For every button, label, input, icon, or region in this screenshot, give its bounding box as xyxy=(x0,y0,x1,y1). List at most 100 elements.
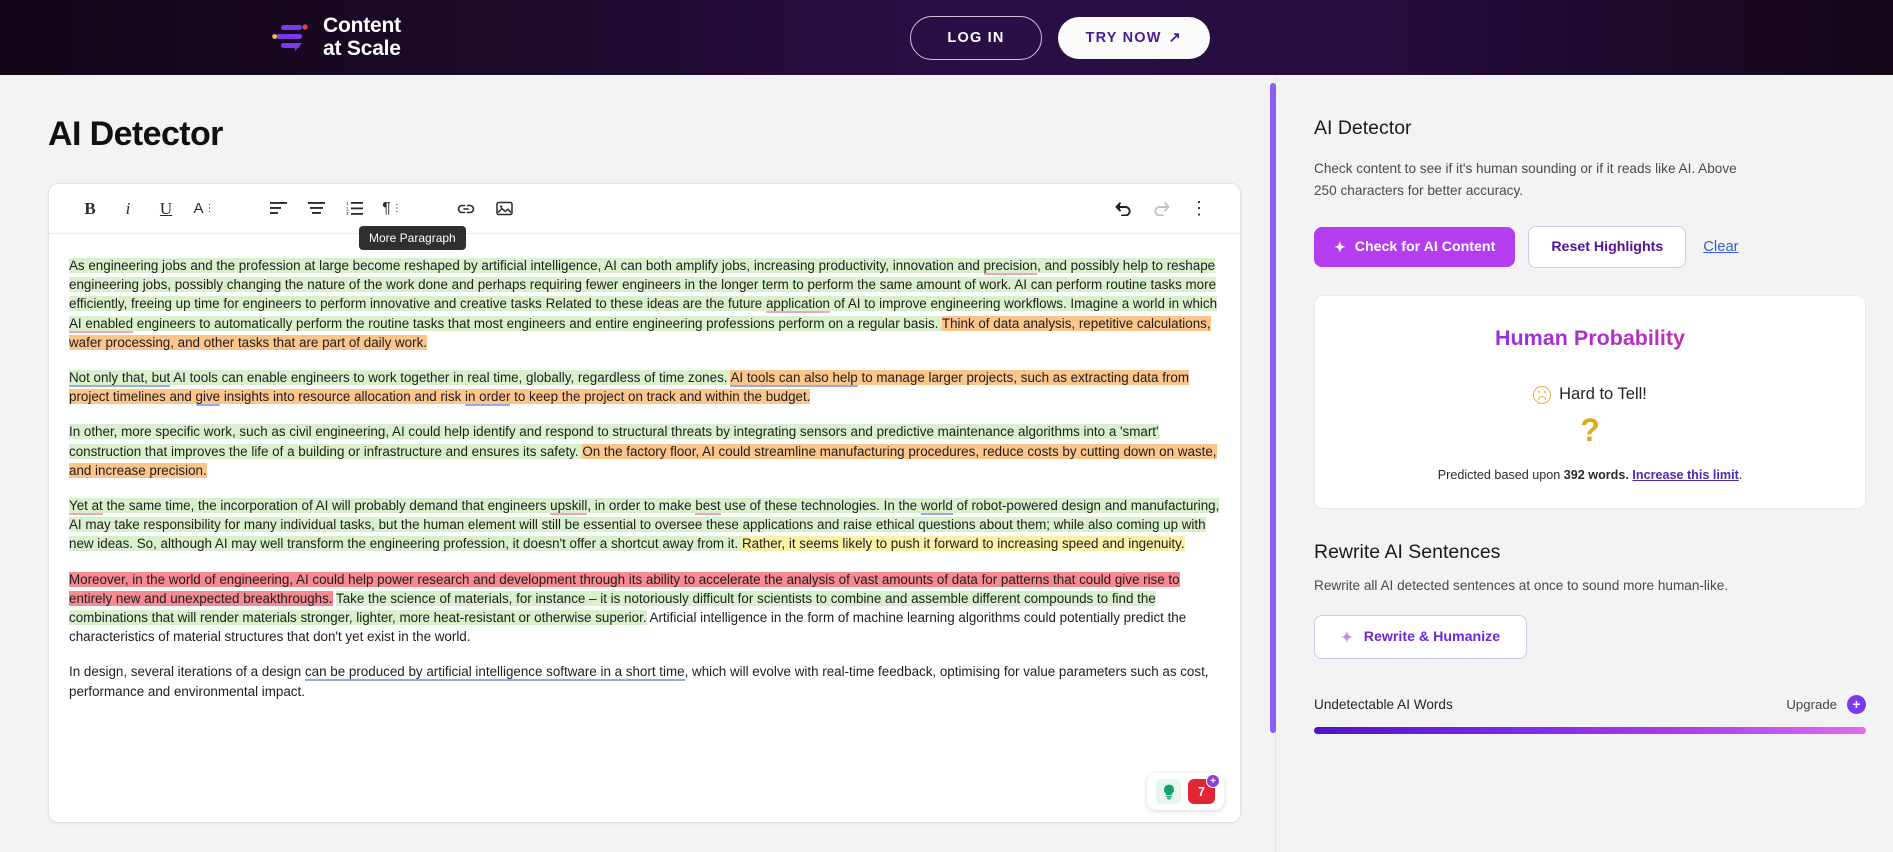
document-paragraph: Yet at the same time, the incorporation … xyxy=(69,496,1220,554)
undetectable-progress-bar xyxy=(1314,727,1866,734)
highlight-span: AI tools can enable engineers to work to… xyxy=(170,370,730,385)
arrow-up-right-icon: ↗ xyxy=(1169,30,1182,46)
suggestion-span[interactable]: in order xyxy=(465,389,510,406)
sparkle-icon: ✦ xyxy=(1341,630,1353,644)
site-header: Content at Scale LOG IN TRY NOW ↗ xyxy=(0,0,1893,75)
suggestion-span[interactable]: AI tools can also help xyxy=(730,370,857,387)
suggestion-span[interactable]: world xyxy=(921,498,953,515)
reset-highlights-button[interactable]: Reset Highlights xyxy=(1528,226,1686,268)
document-paragraph: In design, several iterations of a desig… xyxy=(69,662,1220,700)
sidebar-detector-description: Check content to see if it's human sound… xyxy=(1314,158,1744,202)
text-format-group: B i U A⋮ xyxy=(71,192,223,226)
upgrade-link[interactable]: Upgrade xyxy=(1786,697,1837,712)
content-at-scale-logo-icon xyxy=(272,21,310,55)
suggestion-span[interactable]: best xyxy=(695,498,720,515)
clear-link[interactable]: Clear xyxy=(1703,239,1738,255)
text-style-icon[interactable]: A⋮ xyxy=(185,192,223,226)
plus-circle-icon[interactable]: + xyxy=(1847,695,1866,714)
login-button[interactable]: LOG IN xyxy=(910,16,1041,60)
redo-icon[interactable] xyxy=(1142,192,1180,226)
editor-toolbar: B i U A⋮ 1 xyxy=(49,184,1240,234)
increase-limit-link[interactable]: Increase this limit xyxy=(1632,468,1738,482)
highlight-span: of AI to improve engineering workflows. … xyxy=(830,296,1217,311)
highlight-span: As engineering jobs and the profession a… xyxy=(69,258,984,273)
editor-widgets: 7 + xyxy=(1147,773,1224,810)
sidebar-panel: AI Detector Check content to see if it's… xyxy=(1275,75,1893,852)
brand-logo[interactable]: Content at Scale xyxy=(272,15,401,60)
undo-icon[interactable] xyxy=(1104,192,1142,226)
highlight-span: Rather, it seems likely to push it forwa… xyxy=(742,536,1185,551)
paragraph-format-group: 1 2 3 ¶⋮ xyxy=(259,192,411,226)
rewrite-section-description: Rewrite all AI detected sentences at onc… xyxy=(1314,578,1849,593)
history-group: ⋮ xyxy=(1104,192,1218,226)
undetectable-actions: Upgrade + xyxy=(1786,695,1866,714)
link-icon[interactable] xyxy=(447,192,485,226)
insert-group xyxy=(447,192,523,226)
underline-icon[interactable]: U xyxy=(147,192,185,226)
lightbulb-icon[interactable] xyxy=(1156,779,1181,804)
italic-icon[interactable]: i xyxy=(109,192,147,226)
document-paragraph: As engineering jobs and the profession a… xyxy=(69,256,1220,352)
text-span: In design, several iterations of a desig… xyxy=(69,664,305,679)
page-title: AI Detector xyxy=(48,115,1275,154)
try-now-label: TRY NOW xyxy=(1086,30,1162,46)
suggestion-span[interactable]: Not only that, but xyxy=(69,370,170,387)
neutral-face-icon xyxy=(1533,386,1551,404)
detector-actions: ✦ Check for AI Content Reset Highlights … xyxy=(1314,226,1849,268)
issue-count-label: 7 xyxy=(1198,785,1205,799)
suggestion-span[interactable]: can be produced by artificial intelligen… xyxy=(305,664,685,681)
page-body: AI Detector B i U A⋮ xyxy=(0,75,1893,852)
probability-verdict: Hard to Tell! xyxy=(1335,385,1845,404)
more-vertical-icon[interactable]: ⋮ xyxy=(1180,192,1218,226)
undetectable-label: Undetectable AI Words xyxy=(1314,697,1453,712)
human-probability-title: Human Probability xyxy=(1335,326,1845,351)
highlight-span: , in order to make xyxy=(587,498,695,513)
suggestion-span[interactable]: give xyxy=(196,389,221,406)
highlight-span: the same time, the incorporation of AI w… xyxy=(103,498,550,513)
highlight-span: insights into resource allocation and ri… xyxy=(220,389,465,404)
suggestion-span[interactable]: application xyxy=(766,296,830,313)
highlight-span: engineers to automatically perform the r… xyxy=(133,316,942,331)
rewrite-button-label: Rewrite & Humanize xyxy=(1364,629,1500,645)
check-for-ai-content-button[interactable]: ✦ Check for AI Content xyxy=(1314,227,1515,267)
sparkle-icon: ✦ xyxy=(1334,240,1346,254)
bold-icon[interactable]: B xyxy=(71,192,109,226)
check-button-label: Check for AI Content xyxy=(1355,239,1496,255)
document-paragraph: In other, more specific work, such as ci… xyxy=(69,422,1220,480)
editor-card: B i U A⋮ 1 xyxy=(48,183,1241,823)
suggestion-span[interactable]: AI enabled xyxy=(69,316,133,333)
suggestion-span[interactable]: Yet at xyxy=(69,498,103,515)
sidebar-scrollbar[interactable] xyxy=(1270,83,1276,763)
align-left-icon[interactable] xyxy=(259,192,297,226)
toolbar-tooltip: More Paragraph xyxy=(359,226,466,250)
svg-text:3: 3 xyxy=(346,211,349,215)
editor-pane: AI Detector B i U A⋮ xyxy=(0,75,1275,852)
highlight-span: to keep the project on track and within … xyxy=(510,389,810,404)
highlight-span: use of these technologies. In the xyxy=(721,498,921,513)
suggestion-span[interactable]: upskill xyxy=(550,498,587,515)
document-content[interactable]: As engineering jobs and the profession a… xyxy=(49,234,1240,711)
sidebar-detector-title: AI Detector xyxy=(1314,117,1849,140)
human-probability-card: Human Probability Hard to Tell! ? Predic… xyxy=(1314,295,1866,509)
try-now-button[interactable]: TRY NOW ↗ xyxy=(1058,17,1210,59)
image-icon[interactable] xyxy=(485,192,523,226)
issue-count-badge[interactable]: 7 + xyxy=(1188,779,1215,804)
document-paragraph: Not only that, but AI tools can enable e… xyxy=(69,368,1220,406)
plus-badge-icon[interactable]: + xyxy=(1206,774,1220,788)
verdict-label: Hard to Tell! xyxy=(1559,385,1647,404)
footer-suffix: . xyxy=(1739,468,1743,482)
brand-name: Content at Scale xyxy=(323,15,401,60)
document-paragraph: Moreover, in the world of engineering, A… xyxy=(69,570,1220,647)
ordered-list-icon[interactable]: 1 2 3 xyxy=(335,192,373,226)
scrollbar-thumb[interactable] xyxy=(1270,83,1276,733)
paragraph-icon[interactable]: ¶⋮ xyxy=(373,192,411,226)
svg-text:1: 1 xyxy=(346,202,349,206)
undetectable-ai-words-row: Undetectable AI Words Upgrade + xyxy=(1314,695,1866,714)
footer-word-count: 392 words. xyxy=(1564,468,1629,482)
probability-footer: Predicted based upon 392 words. Increase… xyxy=(1335,468,1845,482)
rewrite-section-title: Rewrite AI Sentences xyxy=(1314,541,1849,564)
align-center-icon[interactable] xyxy=(297,192,335,226)
suggestion-span[interactable]: precision xyxy=(984,258,1038,275)
header-actions: LOG IN TRY NOW ↗ xyxy=(910,16,1210,60)
rewrite-and-humanize-button[interactable]: ✦ Rewrite & Humanize xyxy=(1314,615,1527,659)
